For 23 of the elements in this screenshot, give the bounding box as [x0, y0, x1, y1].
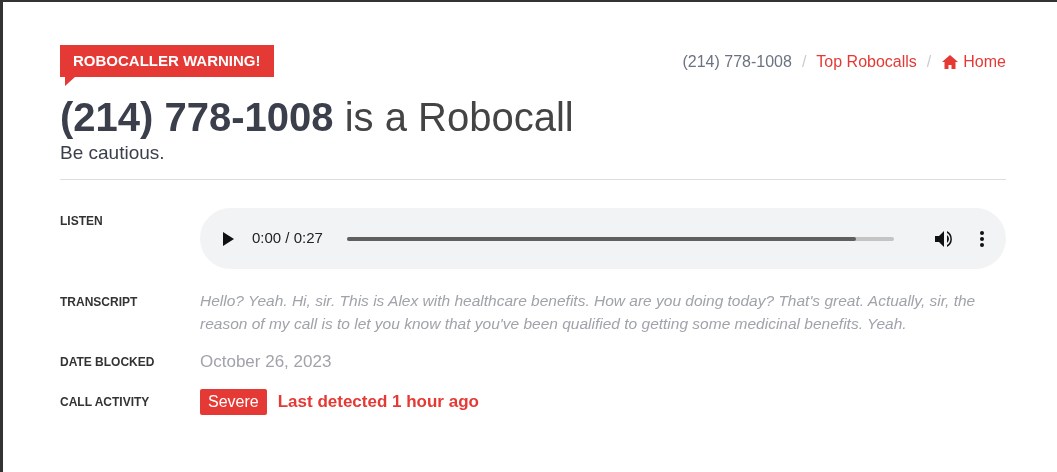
breadcrumb-current: (214) 778-1008	[682, 52, 792, 72]
field-label: DATE BLOCKED	[60, 354, 156, 371]
time-readout: 0:00 / 0:27	[252, 228, 323, 249]
volume-icon[interactable]	[934, 229, 954, 248]
breadcrumb-separator: /	[801, 52, 807, 72]
field-label: LISTEN	[60, 213, 104, 230]
more-options-icon[interactable]	[980, 230, 984, 247]
last-detected-text: Last detected 1 hour ago	[277, 390, 479, 413]
subtitle: Be cautious.	[60, 141, 166, 165]
breadcrumb-separator: /	[926, 52, 932, 72]
severity-badge: Severe	[200, 388, 267, 415]
field-label: CALL ACTIVITY	[60, 393, 151, 411]
banner-tail-icon	[65, 77, 75, 86]
field-label: TRANSCRIPT	[60, 294, 139, 311]
audio-player[interactable]: 0:00 / 0:27	[200, 208, 1006, 269]
home-link[interactable]: Home	[941, 50, 1006, 74]
home-icon	[941, 54, 960, 70]
play-icon[interactable]	[222, 231, 234, 246]
transcript-text: Hello? Yeah. Hi, sir. This is Alex with healthcare benefits. How are you doing today? That's great. Actually, sir, the reason of my call is to let you know that you've been qualified to getting some medicinal benefits. Yeah.	[200, 291, 977, 334]
breadcrumb-link[interactable]: Top Robocalls	[816, 50, 917, 74]
date-text: October 26, 2023	[200, 351, 333, 373]
warning-banner: ROBOCALLER WARNING!	[60, 45, 274, 77]
page-heading: (214) 778-1008 is a Robocall	[60, 94, 575, 141]
